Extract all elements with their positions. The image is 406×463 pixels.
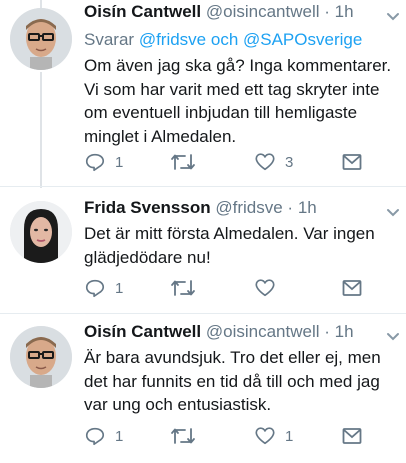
user-handle[interactable]: @fridsve xyxy=(215,198,282,217)
retweet-icon xyxy=(171,280,195,296)
tweet-text: Det är mitt första Almedalen. Var ingen … xyxy=(84,222,402,269)
direct-message-icon xyxy=(342,428,362,444)
like-count: 1 xyxy=(285,427,294,445)
avatar[interactable] xyxy=(10,326,72,388)
text-line: glädjedödare nu! xyxy=(84,247,211,267)
like-count: 3 xyxy=(285,153,294,171)
chevron-down-icon[interactable] xyxy=(386,208,400,218)
direct-message-button[interactable] xyxy=(342,150,362,174)
timestamp[interactable]: 1h xyxy=(298,198,317,217)
reply-button[interactable]: 1 xyxy=(84,276,123,300)
chevron-down-icon[interactable] xyxy=(386,332,400,342)
tweet-text: Om även jag ska gå? Inga kommentarer. Vi… xyxy=(84,54,402,148)
text-line: det har funnits en tid då till och med j… xyxy=(84,371,380,391)
avatar[interactable] xyxy=(10,8,72,70)
reply-button[interactable]: 1 xyxy=(84,150,123,174)
direct-message-icon xyxy=(342,280,362,296)
action-bar: 1 3 xyxy=(84,150,374,174)
display-name[interactable]: Oisín Cantwell xyxy=(84,2,201,21)
text-line: Det är mitt första Almedalen. Var ingen xyxy=(84,224,375,243)
separator-dot: · xyxy=(287,198,294,217)
text-line: Är bara avundsjuk. Tro det eller ej, men xyxy=(84,348,381,367)
reply-context: Svarar @fridsve och @SAPOsverige xyxy=(84,30,362,50)
like-button[interactable] xyxy=(254,276,276,300)
action-bar: 1 xyxy=(84,276,374,300)
text-line: Om även jag ska gå? Inga kommentarer. xyxy=(84,56,392,75)
direct-message-button[interactable] xyxy=(342,424,362,448)
reply-mentions[interactable]: @fridsve och @SAPOsverige xyxy=(139,30,362,49)
like-button[interactable]: 3 xyxy=(254,150,293,174)
text-line: om eventuell inbjudan till hemligaste xyxy=(84,103,358,122)
direct-message-icon xyxy=(342,154,362,170)
retweet-icon xyxy=(171,154,195,170)
user-handle[interactable]: @oisincantwell xyxy=(206,2,320,21)
retweet-button[interactable] xyxy=(170,150,196,174)
text-line: var ung och entusiastisk. xyxy=(84,395,272,414)
tweet-text: Är bara avundsjuk. Tro det eller ej, men… xyxy=(84,346,402,417)
like-icon xyxy=(255,279,275,297)
text-line: Vi som har varit med ett tag skryter int… xyxy=(84,79,380,99)
tweet[interactable]: Oisín Cantwell @oisincantwell · 1h Svara… xyxy=(0,0,406,186)
avatar[interactable] xyxy=(10,201,72,263)
tweet-header: Frida Svensson @fridsve · 1h xyxy=(84,198,317,218)
reply-icon xyxy=(85,153,105,172)
retweet-button[interactable] xyxy=(170,276,196,300)
reply-prefix: Svarar xyxy=(84,30,135,49)
user-handle[interactable]: @oisincantwell xyxy=(206,322,320,341)
reply-icon xyxy=(85,427,105,446)
reply-button[interactable]: 1 xyxy=(84,424,123,448)
timestamp[interactable]: 1h xyxy=(335,322,354,341)
chevron-down-icon[interactable] xyxy=(386,12,400,22)
like-icon xyxy=(255,153,275,171)
display-name[interactable]: Frida Svensson xyxy=(84,198,211,217)
text-line: minglet i Almedalen. xyxy=(84,126,237,146)
retweet-icon xyxy=(171,428,195,444)
reply-icon xyxy=(85,279,105,298)
reply-count: 1 xyxy=(115,279,124,297)
like-button[interactable]: 1 xyxy=(254,424,293,448)
separator-dot: · xyxy=(324,322,330,341)
tweet[interactable]: Oisín Cantwell @oisincantwell · 1h Är ba… xyxy=(0,314,406,463)
timestamp[interactable]: 1h xyxy=(335,2,354,21)
tweet-header: Oisín Cantwell @oisincantwell · 1h xyxy=(84,2,354,22)
display-name[interactable]: Oisín Cantwell xyxy=(84,322,201,341)
retweet-button[interactable] xyxy=(170,424,196,448)
reply-count: 1 xyxy=(115,153,124,171)
action-bar: 1 1 xyxy=(84,424,374,448)
direct-message-button[interactable] xyxy=(342,276,362,300)
tweet[interactable]: Frida Svensson @fridsve · 1h Det är mitt… xyxy=(0,187,406,313)
separator-dot: · xyxy=(324,2,330,21)
tweet-header: Oisín Cantwell @oisincantwell · 1h xyxy=(84,322,354,342)
like-icon xyxy=(255,427,275,445)
reply-count: 1 xyxy=(115,427,124,445)
